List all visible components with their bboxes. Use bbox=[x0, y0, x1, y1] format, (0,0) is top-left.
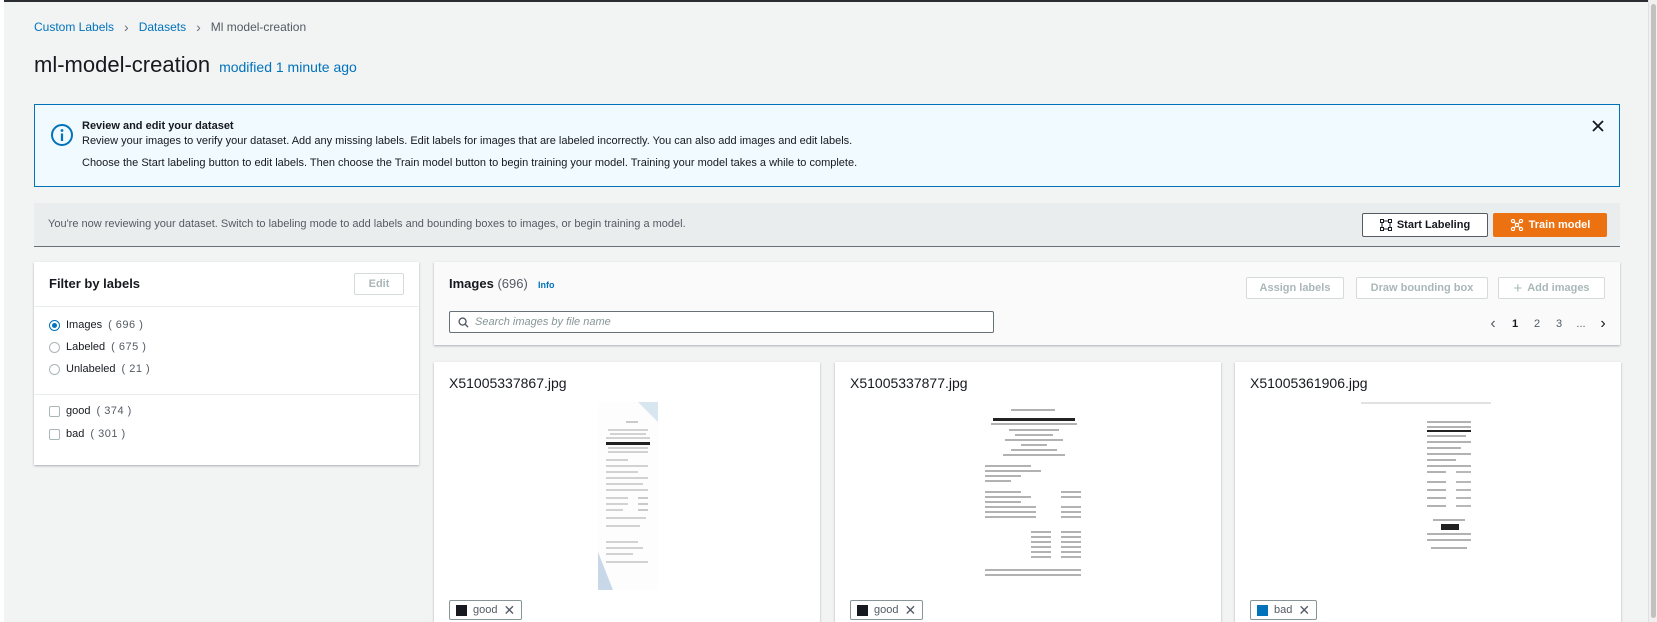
filter-panel: Filter by labels Edit Images ( 696 ) Lab… bbox=[34, 262, 419, 465]
radio-images[interactable]: Images ( 696 ) bbox=[49, 319, 143, 331]
breadcrumb-custom-labels[interactable]: Custom Labels bbox=[34, 20, 114, 34]
search-icon bbox=[458, 316, 469, 328]
radio-count: ( 675 ) bbox=[111, 341, 147, 353]
images-panel: Images (696) Info Assign labels Draw bou… bbox=[434, 262, 1620, 345]
radio-label: Unlabeled bbox=[66, 363, 116, 375]
info-alert: Review and edit your dataset Review your… bbox=[34, 104, 1620, 187]
chevron-left-icon[interactable]: ‹ bbox=[1482, 315, 1504, 333]
label-color-swatch bbox=[456, 604, 467, 616]
checkbox-label: good bbox=[66, 405, 91, 417]
page-1[interactable]: 1 bbox=[1504, 318, 1526, 330]
page-scrollbar[interactable] bbox=[1648, 0, 1657, 622]
checkbox-good[interactable]: good ( 374 ) bbox=[49, 405, 132, 417]
edit-labels-button[interactable]: Edit bbox=[354, 273, 404, 295]
window-top-border bbox=[0, 0, 1657, 2]
alert-title: Review and edit your dataset bbox=[82, 120, 234, 132]
scrollbar-thumb[interactable] bbox=[1651, 4, 1656, 618]
radio-button[interactable] bbox=[49, 363, 60, 375]
radio-unlabeled[interactable]: Unlabeled ( 21 ) bbox=[49, 363, 150, 375]
images-title: Images (696) bbox=[449, 276, 528, 291]
label-tag: bad ✕ bbox=[1250, 600, 1318, 620]
tag-label: good bbox=[473, 604, 498, 616]
info-icon bbox=[51, 124, 73, 146]
info-link[interactable]: Info bbox=[538, 280, 555, 290]
image-filename: X51005337867.jpg bbox=[449, 375, 567, 391]
image-card[interactable]: X51005337867.jpg good ✕ bbox=[434, 362, 820, 622]
page-title: ml-model-creation bbox=[34, 52, 211, 77]
checkbox[interactable] bbox=[49, 428, 60, 440]
images-heading: Images bbox=[449, 276, 494, 291]
tag-label: bad bbox=[1274, 604, 1293, 616]
radio-count: ( 21 ) bbox=[121, 363, 151, 375]
page-2[interactable]: 2 bbox=[1526, 318, 1548, 330]
label-tag: good ✕ bbox=[449, 600, 523, 620]
label-color-swatch bbox=[1257, 604, 1268, 616]
train-model-label: Train model bbox=[1528, 219, 1591, 231]
receipt-thumbnail[interactable] bbox=[598, 402, 658, 590]
receipt-thumbnail[interactable] bbox=[981, 404, 1087, 586]
tag-label: good bbox=[874, 604, 899, 616]
label-tag: good ✕ bbox=[850, 600, 924, 620]
remove-label-icon[interactable]: ✕ bbox=[503, 603, 515, 617]
filter-title: Filter by labels bbox=[49, 276, 141, 291]
image-card[interactable]: X51005337877.jpg good ✕ bbox=[835, 362, 1221, 622]
pagination: ‹ 1 2 3 ... › bbox=[1482, 315, 1614, 333]
breadcrumb-datasets[interactable]: Datasets bbox=[139, 20, 186, 34]
review-message: You're now reviewing your dataset. Switc… bbox=[48, 218, 686, 230]
receipt-thumbnail[interactable] bbox=[1361, 402, 1491, 562]
checkbox-label: bad bbox=[66, 428, 85, 440]
radio-button[interactable] bbox=[49, 341, 60, 353]
checkbox-count: ( 374 ) bbox=[96, 405, 132, 417]
add-images-label: Add images bbox=[1527, 282, 1590, 294]
page-ellipsis[interactable]: ... bbox=[1570, 318, 1592, 330]
draw-bounding-box-button[interactable]: Draw bounding box bbox=[1356, 277, 1488, 299]
start-labeling-button[interactable]: Start Labeling bbox=[1362, 213, 1488, 237]
review-bar: You're now reviewing your dataset. Switc… bbox=[34, 203, 1620, 247]
image-filename: X51005337877.jpg bbox=[850, 375, 968, 391]
images-count: (696) bbox=[497, 276, 528, 291]
breadcrumb: Custom Labels › Datasets › Ml model-crea… bbox=[34, 20, 306, 34]
radio-label: Labeled bbox=[66, 341, 106, 353]
breadcrumb-current: Ml model-creation bbox=[210, 20, 307, 34]
checkbox[interactable] bbox=[49, 405, 60, 417]
image-filename: X51005361906.jpg bbox=[1250, 375, 1368, 391]
search-input[interactable] bbox=[475, 316, 975, 328]
page-header: ml-model-creation modified 1 minute ago bbox=[34, 52, 357, 78]
chevron-right-icon: › bbox=[124, 19, 129, 35]
radio-button[interactable] bbox=[49, 319, 60, 331]
image-card[interactable]: X51005361906.jpg bad ✕ bbox=[1235, 362, 1621, 622]
assign-labels-button[interactable]: Assign labels bbox=[1246, 277, 1344, 299]
plus-icon: + bbox=[1513, 279, 1523, 297]
filter-divider bbox=[34, 394, 419, 395]
page-3[interactable]: 3 bbox=[1548, 318, 1570, 330]
chevron-right-icon[interactable]: › bbox=[1592, 315, 1614, 333]
label-color-swatch bbox=[857, 604, 868, 616]
remove-label-icon[interactable]: ✕ bbox=[1298, 603, 1310, 617]
train-model-button[interactable]: Train model bbox=[1493, 213, 1607, 237]
filter-header: Filter by labels Edit bbox=[34, 262, 419, 307]
bounding-box-icon bbox=[1379, 219, 1392, 231]
start-labeling-label: Start Labeling bbox=[1396, 219, 1471, 231]
close-icon[interactable] bbox=[1591, 119, 1605, 133]
remove-label-icon[interactable]: ✕ bbox=[904, 603, 916, 617]
checkbox-count: ( 301 ) bbox=[90, 428, 126, 440]
modified-timestamp: modified 1 minute ago bbox=[219, 59, 357, 75]
checkbox-bad[interactable]: bad ( 301 ) bbox=[49, 428, 126, 440]
add-images-button[interactable]: + Add images bbox=[1498, 277, 1605, 299]
radio-count: ( 696 ) bbox=[108, 319, 144, 331]
alert-text: Choose the Start labeling button to edit… bbox=[82, 157, 858, 169]
window-left-border bbox=[0, 0, 4, 622]
model-network-icon bbox=[1510, 219, 1523, 231]
chevron-right-icon: › bbox=[196, 19, 201, 35]
alert-text: Review your images to verify your datase… bbox=[82, 135, 853, 147]
search-field[interactable] bbox=[449, 311, 994, 333]
radio-labeled[interactable]: Labeled ( 675 ) bbox=[49, 341, 146, 353]
radio-label: Images bbox=[66, 319, 103, 331]
